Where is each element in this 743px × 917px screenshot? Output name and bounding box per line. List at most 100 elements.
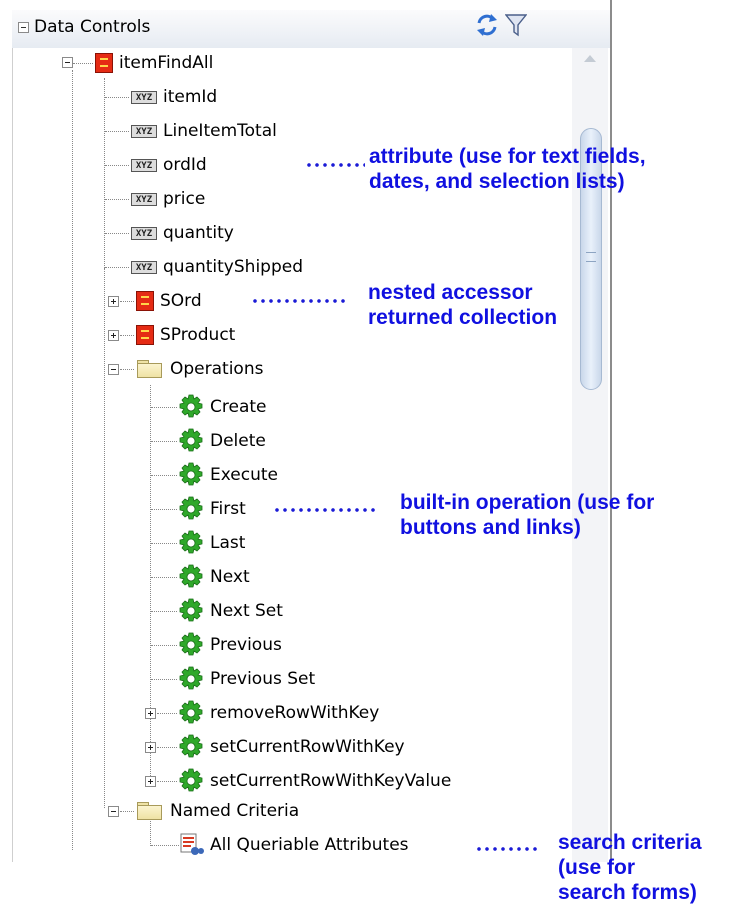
tree-node-operation[interactable]: Next Set — [178, 598, 283, 624]
node-label: Operations — [170, 359, 264, 379]
node-label: setCurrentRowWithKeyValue — [210, 771, 452, 791]
panel-left-border — [12, 48, 13, 862]
collapse-panel-toggle[interactable] — [18, 22, 29, 33]
annotation-line: nested accessor — [368, 281, 533, 304]
data-controls-panel: Data Controls itemFindAll XYZ itemId XYZ… — [0, 0, 612, 862]
node-label: Create — [210, 397, 267, 417]
node-label: First — [210, 499, 246, 519]
node-label: Delete — [210, 431, 266, 451]
tree-node-method-operation[interactable]: removeRowWithKey — [178, 700, 379, 726]
tree-node-operation[interactable]: Previous — [178, 632, 282, 658]
annotation-line: (use for — [558, 856, 636, 879]
expand-toggle[interactable] — [108, 296, 119, 307]
node-label: quantityShipped — [163, 257, 303, 277]
filter-icon[interactable] — [505, 13, 527, 37]
node-label: Previous — [210, 635, 282, 655]
expand-toggle[interactable] — [145, 708, 156, 719]
expand-toggle[interactable] — [108, 330, 119, 341]
gear-icon — [178, 564, 204, 590]
tree-node-criteria[interactable]: All Queriable Attributes — [180, 832, 409, 858]
refresh-icon[interactable] — [475, 13, 499, 37]
node-label: Previous Set — [210, 669, 316, 689]
node-label: price — [163, 189, 206, 209]
gear-icon — [178, 496, 204, 522]
annotation-accessor: nested accessor returned collection — [368, 280, 557, 330]
tree-node-operation[interactable]: First — [178, 496, 246, 522]
gear-icon — [178, 530, 204, 556]
collection-icon — [136, 291, 154, 311]
node-label: setCurrentRowWithKey — [210, 737, 405, 757]
gear-icon — [178, 632, 204, 658]
annotation-criteria: search criteria (use for search forms) — [558, 830, 702, 905]
attribute-icon: XYZ — [131, 90, 157, 104]
folder-icon — [136, 359, 164, 379]
attribute-icon: XYZ — [131, 192, 157, 206]
tree-node-attribute[interactable]: XYZ quantity — [131, 220, 234, 246]
gear-icon — [178, 394, 204, 420]
tree-node-operation[interactable]: Previous Set — [178, 666, 315, 692]
tree-node-attribute[interactable]: XYZ ordId — [131, 152, 207, 178]
node-label: Execute — [210, 465, 278, 485]
node-label: Next Set — [210, 601, 283, 621]
tree-node-operation[interactable]: Next — [178, 564, 250, 590]
collapse-toggle[interactable] — [108, 364, 119, 375]
tree-node-method-operation[interactable]: setCurrentRowWithKey — [178, 734, 405, 760]
scrollbar-grip — [586, 252, 596, 262]
tree-node-method-operation[interactable]: setCurrentRowWithKeyValue — [178, 768, 451, 794]
panel-right-border — [610, 0, 612, 862]
annotation-leader-attribute — [305, 163, 365, 167]
tree-guide-line — [104, 78, 105, 268]
collapse-toggle[interactable] — [108, 806, 119, 817]
panel-title: Data Controls — [34, 17, 151, 37]
gear-icon — [178, 734, 204, 760]
gear-icon — [178, 768, 204, 794]
annotation-line: returned collection — [368, 306, 558, 329]
attribute-icon: XYZ — [131, 226, 157, 240]
annotation-attribute: attribute (use for text fields, dates, a… — [369, 144, 646, 194]
tree-node-operations-folder[interactable]: Operations — [136, 356, 263, 382]
node-label: SOrd — [160, 291, 202, 311]
tree-node-accessor[interactable]: SOrd — [136, 288, 202, 314]
scroll-up-arrow-icon[interactable] — [584, 55, 596, 62]
node-label: Named Criteria — [170, 801, 300, 821]
tree-node-operation[interactable]: Last — [178, 530, 245, 556]
view-criteria-icon — [180, 833, 204, 855]
attribute-icon: XYZ — [131, 260, 157, 274]
annotation-line: dates, and selection lists) — [369, 170, 625, 193]
collapse-toggle[interactable] — [62, 57, 73, 68]
node-label: itemId — [163, 87, 218, 107]
tree-guide-line — [72, 70, 73, 850]
tree-node-accessor[interactable]: SProduct — [136, 322, 235, 348]
tree-node-attribute[interactable]: XYZ quantityShipped — [131, 254, 303, 280]
gear-icon — [178, 666, 204, 692]
tree-node-itemfindall[interactable]: itemFindAll — [95, 50, 213, 76]
tree-guide-line — [150, 385, 151, 780]
tree-node-attribute[interactable]: XYZ LineItemTotal — [131, 118, 277, 144]
tree-node-attribute[interactable]: XYZ itemId — [131, 84, 217, 110]
tree-node-attribute[interactable]: XYZ price — [131, 186, 205, 212]
annotation-line: built-in operation (use for — [400, 491, 655, 514]
gear-icon — [178, 462, 204, 488]
tree-node-named-criteria-folder[interactable]: Named Criteria — [136, 798, 299, 824]
tree-node-operation[interactable]: Execute — [178, 462, 278, 488]
annotation-line: search forms) — [558, 881, 697, 904]
node-label: removeRowWithKey — [210, 703, 380, 723]
folder-icon — [136, 801, 164, 821]
node-label: LineItemTotal — [163, 121, 277, 141]
annotation-operation: built-in operation (use for buttons and … — [400, 490, 654, 540]
annotation-leader-accessor — [251, 299, 346, 303]
node-label: ordId — [163, 155, 207, 175]
tree-node-operation[interactable]: Create — [178, 394, 267, 420]
gear-icon — [178, 598, 204, 624]
expand-toggle[interactable] — [145, 776, 156, 787]
node-label: Last — [210, 533, 246, 553]
attribute-icon: XYZ — [131, 124, 157, 138]
expand-toggle[interactable] — [145, 742, 156, 753]
node-label: quantity — [163, 223, 234, 243]
annotation-line: search criteria — [558, 831, 702, 854]
collection-icon — [136, 325, 154, 345]
node-label: itemFindAll — [119, 53, 214, 73]
tree-node-operation[interactable]: Delete — [178, 428, 266, 454]
annotation-line: buttons and links) — [400, 516, 581, 539]
node-label: All Queriable Attributes — [210, 835, 409, 855]
